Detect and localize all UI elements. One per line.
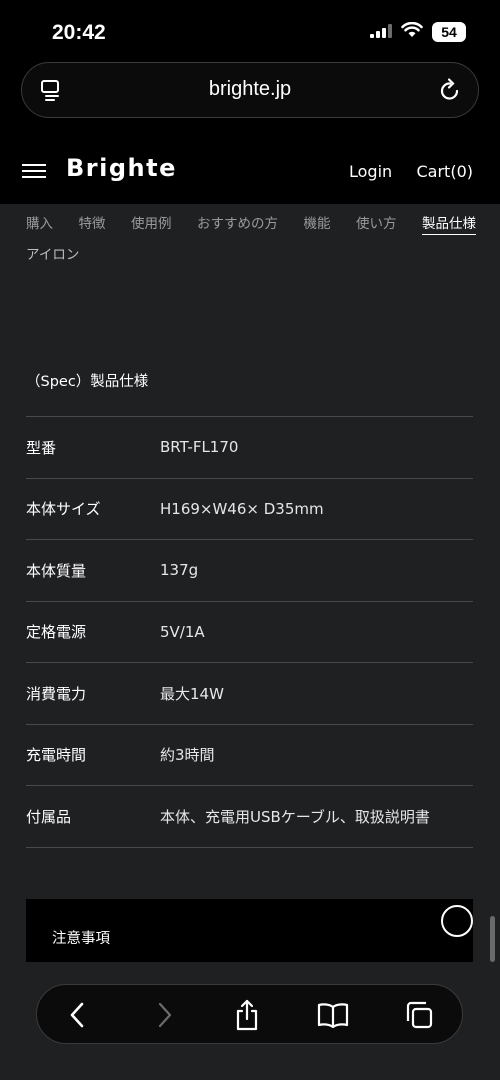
section-nav: 購入 特徴 使用例 おすすめの方 機能 使い方 製品仕様 アイロン: [26, 212, 476, 263]
share-icon[interactable]: [229, 997, 265, 1033]
section-nav-item-purchase[interactable]: 購入: [26, 212, 53, 235]
url-bar[interactable]: brighte.jp: [21, 62, 479, 118]
login-link[interactable]: Login: [349, 162, 392, 181]
page: 20:42 54 brighte.jp Brighte Login Cart(0…: [0, 0, 500, 1080]
brand-logo[interactable]: Brighte: [66, 154, 177, 182]
browser-top-area: brighte.jp: [0, 62, 500, 134]
spec-label: 本体サイズ: [26, 500, 101, 519]
spec-label: 充電時間: [26, 746, 87, 765]
spec-table: 型番 BRT-FL170 本体サイズ H169×W46× D35mm 本体質量 …: [26, 416, 473, 848]
cart-link[interactable]: Cart(0): [417, 162, 474, 181]
spec-label: 消費電力: [26, 684, 87, 703]
browser-bottom-bar: [0, 962, 500, 1080]
forward-arrow-icon[interactable]: [147, 997, 183, 1033]
section-nav-item-how-to-use[interactable]: 使い方: [356, 212, 397, 235]
status-icons: 54: [370, 21, 466, 42]
spec-row: 本体質量 137g: [26, 540, 473, 602]
status-bar: 20:42 54: [0, 0, 500, 62]
spec-row: 充電時間 約3時間: [26, 725, 473, 786]
spec-row: 付属品 本体、充電用USBケーブル、取扱説明書: [26, 786, 473, 848]
hamburger-menu-icon[interactable]: [22, 164, 46, 178]
section-nav-item-features[interactable]: 特徴: [79, 212, 106, 235]
section-nav-item-recommended[interactable]: おすすめの方: [197, 212, 278, 235]
spec-value: 137g: [160, 561, 199, 580]
back-arrow-icon[interactable]: [59, 997, 95, 1033]
scrollbar[interactable]: [490, 916, 495, 962]
spec-label: 型番: [26, 438, 57, 457]
expand-toggle-icon[interactable]: [441, 905, 473, 937]
bookmarks-icon[interactable]: [315, 997, 351, 1033]
tabs-icon[interactable]: [401, 997, 437, 1033]
spec-value: BRT-FL170: [160, 438, 239, 457]
status-time: 20:42: [52, 21, 106, 44]
spec-value: 約3時間: [160, 746, 215, 765]
spec-label: 定格電源: [26, 623, 87, 642]
notes-title: 注意事項: [52, 931, 110, 947]
spec-row: 型番 BRT-FL170: [26, 417, 473, 479]
browser-toolbar: [36, 984, 463, 1044]
site-header: Brighte Login Cart(0): [0, 134, 500, 204]
section-nav-item-specs[interactable]: 製品仕様: [422, 212, 476, 235]
section-nav-item-use-cases[interactable]: 使用例: [131, 212, 172, 235]
spec-heading: （Spec）製品仕様: [26, 374, 149, 390]
section-nav-item-iron[interactable]: アイロン: [26, 243, 476, 263]
spec-value: 5V/1A: [160, 622, 205, 641]
cellular-signal-icon: [370, 23, 392, 42]
spec-row: 消費電力 最大14W: [26, 663, 473, 725]
spec-label: 本体質量: [26, 561, 87, 580]
section-nav-row: 購入 特徴 使用例 おすすめの方 機能 使い方 製品仕様: [26, 212, 476, 235]
url-text[interactable]: brighte.jp: [22, 78, 478, 101]
battery-indicator: 54: [432, 22, 466, 42]
spec-row: 本体サイズ H169×W46× D35mm: [26, 479, 473, 540]
section-nav-item-functions[interactable]: 機能: [304, 212, 331, 235]
spec-value: 最大14W: [160, 684, 224, 703]
spec-value: 本体、充電用USBケーブル、取扱説明書: [160, 807, 430, 826]
reload-icon[interactable]: [438, 77, 462, 107]
wifi-icon: [401, 21, 423, 42]
spec-value: H169×W46× D35mm: [160, 499, 324, 518]
spec-row: 定格電源 5V/1A: [26, 602, 473, 663]
spec-label: 付属品: [26, 807, 72, 826]
